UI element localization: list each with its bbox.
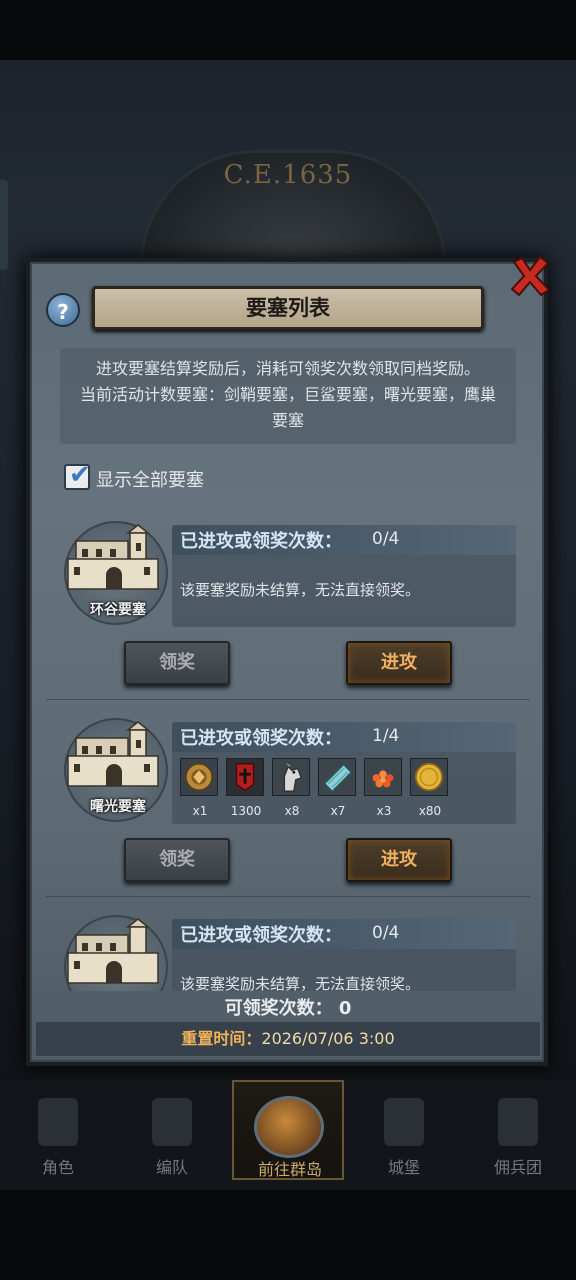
fortress-name: 环谷要塞 [90, 602, 146, 618]
reward-qty: x8 [284, 804, 300, 818]
fortress-message: 该要塞奖励未结算，无法直接领奖。 [180, 975, 421, 991]
ship-icon [498, 1098, 538, 1146]
claimable-value: 0 [338, 998, 352, 1019]
claim-button[interactable]: 领奖 [124, 838, 230, 882]
reward-item[interactable]: x80 [410, 758, 450, 818]
help-button[interactable]: ? [46, 293, 80, 327]
help-icon: ? [57, 300, 69, 324]
reward-list: x1 1300 x8 x7 x3 x80 [180, 758, 480, 820]
description-box: 进攻要塞结算奖励后，消耗可领奖次数领取同档奖励。 当前活动计数要塞：剑鞘要塞，巨… [60, 348, 516, 444]
claimable-count: 可领奖次数： 0 [0, 994, 576, 1020]
helmet-icon [152, 1098, 192, 1146]
claimable-label: 可领奖次数： [224, 998, 333, 1019]
nav-item-castle[interactable]: 城堡 [348, 1080, 460, 1180]
reset-label: 重置时间： [181, 1029, 262, 1048]
fortress-name: 曙光要塞 [90, 799, 146, 815]
side-tab[interactable] [0, 180, 8, 270]
description-line: 进攻要塞结算奖励后，消耗可领奖次数领取同档奖励。 [95, 359, 480, 378]
horse-icon [272, 758, 310, 796]
nav-label: 佣兵团 [493, 1158, 542, 1177]
attack-button[interactable]: 进攻 [346, 838, 452, 882]
reward-item[interactable]: x1 [180, 758, 220, 818]
fortress-item: 已进攻或领奖次数： 0/4 该要塞奖励未结算，无法直接领奖。 [36, 899, 540, 991]
reward-qty: 1300 [230, 804, 262, 818]
attack-count-value: 1/4 [372, 726, 400, 746]
globe-icon [254, 1096, 324, 1158]
castle-icon [384, 1098, 424, 1146]
nav-label: 前往群岛 [257, 1160, 322, 1179]
reset-time: 重置时间：2026/07/06 3:00 [36, 1022, 540, 1056]
nav-label: 城堡 [387, 1158, 420, 1177]
description-line: 要塞 [271, 411, 304, 430]
medal-icon [180, 758, 218, 796]
nav-item-formation[interactable]: 编队 [116, 1080, 228, 1180]
nav-label: 角色 [41, 1158, 74, 1177]
attack-count-label: 已进攻或领奖次数： [180, 531, 342, 552]
reward-item[interactable]: x7 [318, 758, 358, 818]
description-text: 进攻要塞结算奖励后，消耗可领奖次数领取同档奖励。 当前活动计数要塞：剑鞘要塞，巨… [68, 356, 508, 434]
attack-button[interactable]: 进攻 [346, 641, 452, 685]
reward-qty: x1 [192, 804, 208, 818]
show-all-label: 显示全部要塞 [96, 470, 204, 491]
nav-item-islands[interactable]: 前往群岛 [232, 1080, 344, 1180]
era-label: C.E.1635 [223, 160, 353, 190]
attack-count-label: 已进攻或领奖次数： [180, 925, 342, 946]
fortress-icon [67, 524, 159, 590]
description-line: 当前活动计数要塞：剑鞘要塞，巨鲨要塞，曙光要塞，鹰巢 [79, 385, 496, 404]
divider [46, 699, 530, 700]
reward-item[interactable]: x8 [272, 758, 312, 818]
nav-item-character[interactable]: 角色 [2, 1080, 114, 1180]
cloth-icon [318, 758, 356, 796]
claim-button[interactable]: 领奖 [124, 641, 230, 685]
divider [46, 896, 530, 897]
dialog-title: 要塞列表 [246, 296, 330, 320]
checkmark-icon: ✔ [69, 460, 91, 490]
reward-item[interactable]: x3 [364, 758, 404, 818]
reward-qty: x80 [418, 804, 442, 818]
nav-label: 编队 [155, 1158, 188, 1177]
bottom-band [0, 1190, 576, 1280]
reward-qty: x3 [376, 804, 392, 818]
fortress-list[interactable]: 环谷要塞 已进攻或领奖次数： 0/4 该要塞奖励未结算，无法直接领奖。 领奖 进… [36, 505, 540, 991]
fortress-item: 曙光要塞 已进攻或领奖次数： 1/4 x1 1300 x8 x7 x3 x80 … [36, 702, 540, 897]
reward-item[interactable]: 1300 [226, 758, 266, 818]
reset-bar: 重置时间：2026/07/06 3:00 [36, 1022, 540, 1056]
attack-count-label: 已进攻或领奖次数： [180, 728, 342, 749]
attack-count-value: 0/4 [372, 923, 400, 943]
caviar-icon [364, 758, 402, 796]
nav-item-mercenaries[interactable]: 佣兵团 [462, 1080, 574, 1180]
fortress-icon [67, 721, 159, 787]
title-plate: 要塞列表 [92, 286, 484, 330]
fortress-icon [67, 918, 159, 984]
knight-icon [38, 1098, 78, 1146]
fortress-item: 环谷要塞 已进攻或领奖次数： 0/4 该要塞奖励未结算，无法直接领奖。 领奖 进… [36, 505, 540, 700]
banner-icon [226, 758, 264, 796]
attack-count-value: 0/4 [372, 529, 400, 549]
top-status-band [0, 0, 576, 60]
reset-value: 2026/07/06 3:00 [261, 1029, 395, 1048]
close-icon[interactable] [508, 254, 552, 298]
reward-qty: x7 [330, 804, 346, 818]
gold-coin-icon [410, 758, 448, 796]
fortress-message: 该要塞奖励未结算，无法直接领奖。 [180, 581, 421, 599]
bottom-nav: 角色 编队 前往群岛 城堡 佣兵团 [0, 1080, 576, 1190]
show-all-checkbox[interactable]: ✔ [64, 460, 91, 490]
